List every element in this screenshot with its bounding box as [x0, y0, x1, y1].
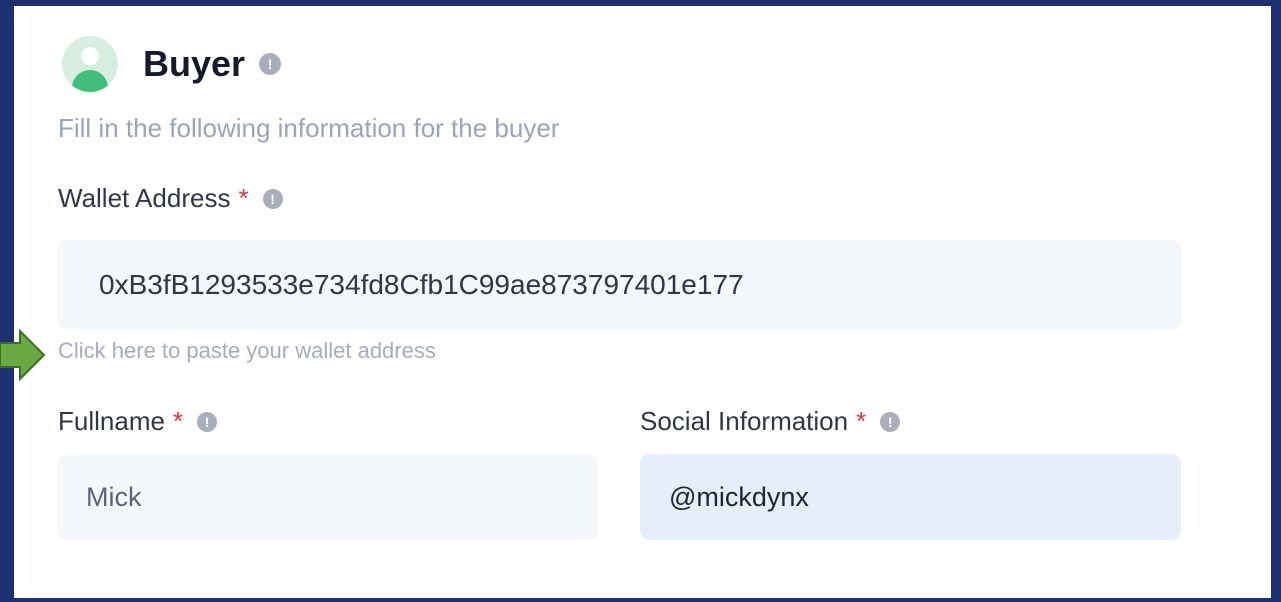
wallet-address-label: Wallet Address * ! — [58, 183, 283, 214]
social-information-label-text: Social Information — [640, 406, 849, 436]
user-avatar-icon — [62, 36, 118, 92]
wallet-address-label-text: Wallet Address — [58, 183, 231, 213]
section-subtitle: Fill in the following information for th… — [58, 113, 560, 143]
required-marker: * — [856, 406, 867, 436]
required-marker: * — [172, 406, 184, 436]
info-icon[interactable]: ! — [259, 53, 282, 75]
info-icon[interactable]: ! — [197, 411, 218, 432]
social-information-input[interactable]: @mickdynx — [640, 454, 1181, 540]
avatar-head — [81, 47, 99, 65]
fullname-label: Fullname * ! — [58, 406, 218, 437]
required-marker: * — [238, 183, 249, 213]
avatar-body — [72, 70, 108, 92]
section-title: Buyer — [143, 43, 246, 84]
buyer-header: Buyer ! — [62, 36, 282, 92]
buyer-card: Buyer ! Fill in the following informatio… — [14, 6, 1271, 598]
social-information-label: Social Information * ! — [640, 406, 901, 437]
paste-wallet-link[interactable]: Click here to paste your wallet address — [58, 338, 436, 364]
info-icon[interactable]: ! — [262, 188, 283, 209]
fullname-label-text: Fullname — [58, 406, 165, 436]
fullname-input[interactable]: Mick — [57, 454, 598, 540]
green-arrow-icon — [0, 329, 46, 381]
wallet-address-input[interactable]: 0xB3fB1293533e734fd8Cfb1C99ae873797401e1… — [57, 240, 1181, 330]
info-icon[interactable]: ! — [880, 411, 901, 432]
